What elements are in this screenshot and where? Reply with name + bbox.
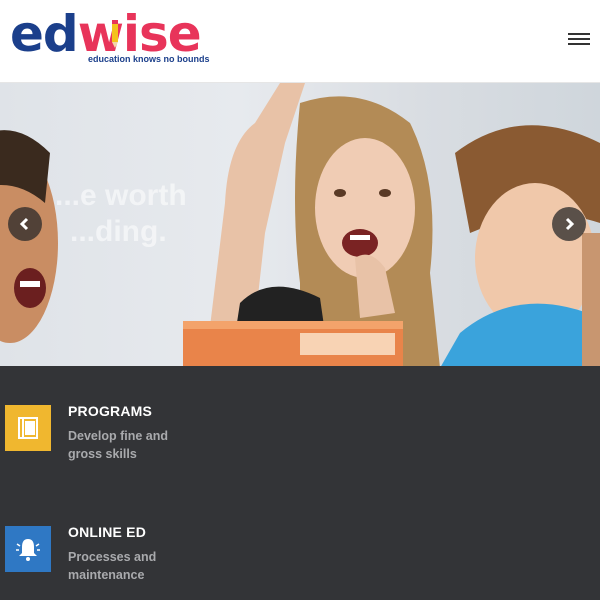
feature-programs[interactable]: PROGRAMS Develop fine and gross skills	[0, 403, 300, 483]
feature-icon-box	[5, 526, 51, 572]
pencil-icon	[112, 20, 118, 48]
feature-description: Develop fine and gross skills	[68, 429, 169, 461]
carousel-prev-button[interactable]	[8, 207, 42, 241]
hero-carousel: ...e worth ...ding.	[0, 83, 600, 366]
logo-ed: ed	[10, 5, 79, 63]
feature-title: PROGRAMS	[68, 403, 153, 419]
hero-caption: ...e worth ...ding.	[55, 178, 187, 250]
feature-title: ONLINE ED	[68, 524, 147, 540]
hamburger-menu-icon[interactable]	[568, 30, 590, 48]
hero-caption-line2: ...ding.	[70, 215, 167, 248]
chevron-right-icon	[565, 217, 575, 231]
feature-online-ed[interactable]: ONLINE ED Processes and maintenance	[0, 524, 300, 604]
hero-caption-line1: ...e worth	[55, 179, 187, 212]
feature-icon-box	[5, 405, 51, 451]
feature-description: Processes and maintenance	[68, 550, 157, 582]
carousel-next-button[interactable]	[552, 207, 586, 241]
features-section: PROGRAMS Develop fine and gross skills O…	[0, 366, 600, 600]
site-header: edwise education knows no bounds	[0, 0, 600, 83]
logo[interactable]: edwise education knows no bounds	[10, 6, 210, 66]
chevron-left-icon	[19, 217, 29, 231]
logo-tagline: education knows no bounds	[88, 54, 210, 64]
bell-icon	[16, 539, 40, 561]
book-icon	[18, 417, 38, 439]
